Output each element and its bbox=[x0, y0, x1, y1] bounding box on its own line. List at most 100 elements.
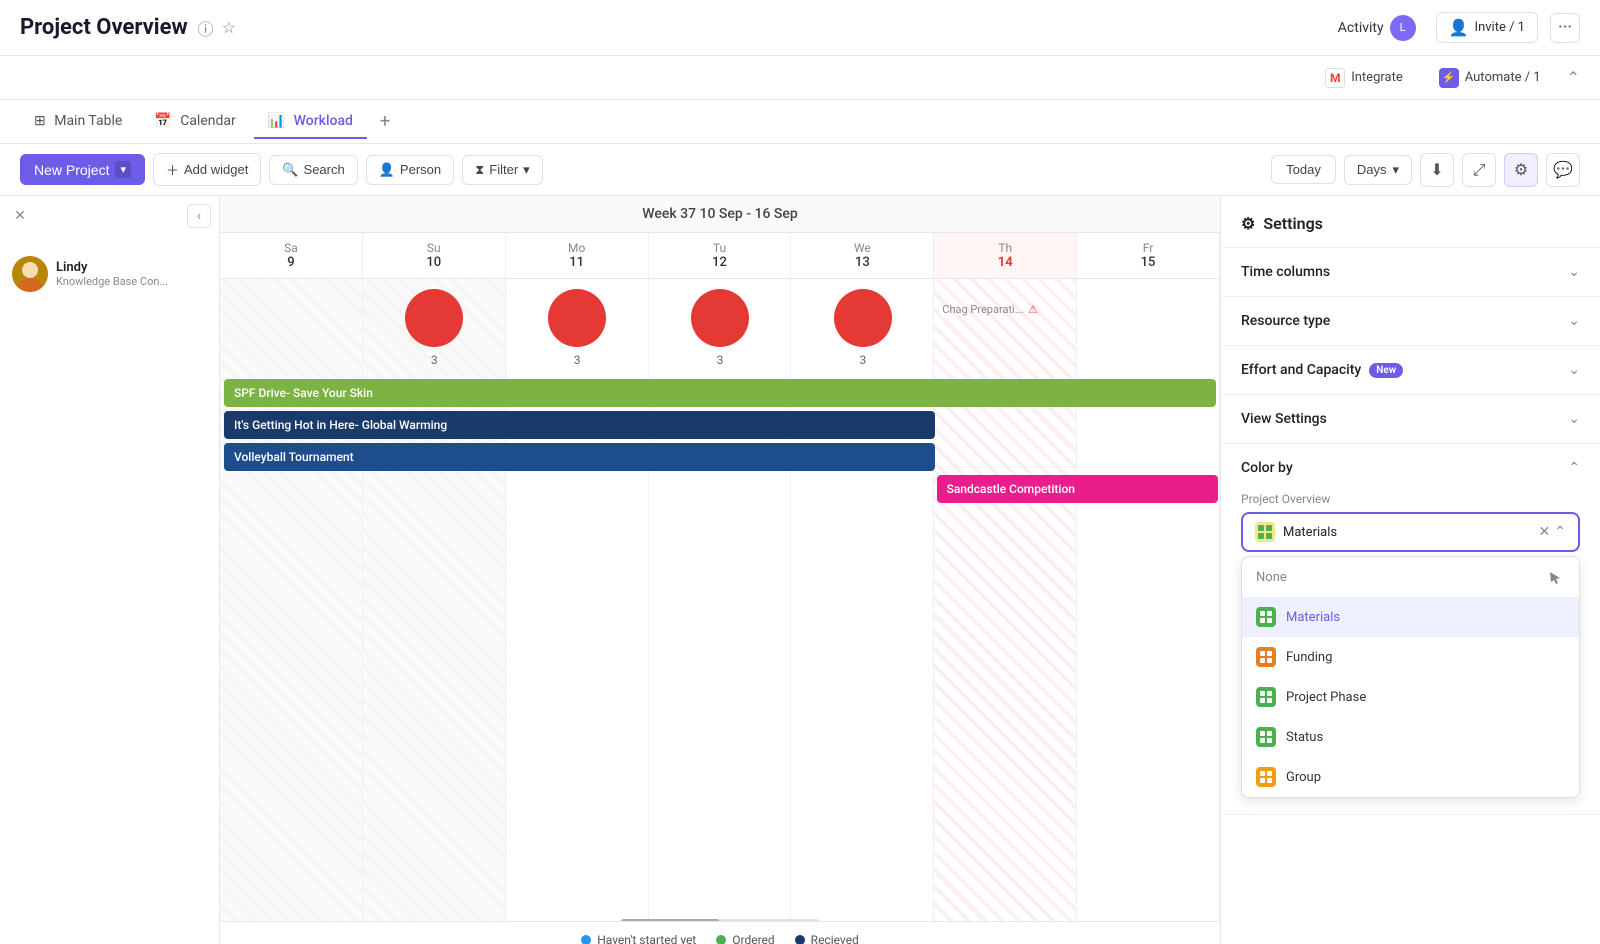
back-button[interactable]: ‹ bbox=[187, 204, 211, 228]
project-phase-option-label: Project Phase bbox=[1286, 690, 1366, 705]
info-icon[interactable]: ⓘ bbox=[198, 16, 214, 40]
color-by-dropdown[interactable]: Materials ✕ ⌃ bbox=[1241, 512, 1580, 552]
group-option-label: Group bbox=[1286, 770, 1321, 785]
event-spf-drive[interactable]: SPF Drive- Save Your Skin bbox=[224, 379, 1216, 407]
dropdown-option-group[interactable]: Group bbox=[1242, 757, 1579, 797]
star-icon[interactable]: ☆ bbox=[222, 18, 236, 37]
none-label: None bbox=[1256, 570, 1287, 585]
add-widget-button[interactable]: ＋ Add widget bbox=[153, 153, 261, 186]
time-columns-title: Time columns bbox=[1241, 264, 1330, 280]
circle-mo: 3 bbox=[506, 289, 649, 367]
top-bar: M Integrate ⚡ Automate / 1 ⌃ bbox=[0, 56, 1600, 100]
circle-tu-count: 3 bbox=[717, 353, 724, 367]
materials-color-icon bbox=[1255, 522, 1275, 542]
new-project-dropdown-arrow[interactable]: ▾ bbox=[115, 161, 131, 178]
color-dropdown-clear[interactable]: ✕ bbox=[1539, 524, 1551, 540]
search-button[interactable]: 🔍 Search bbox=[269, 155, 357, 185]
automate-button[interactable]: ⚡ Automate / 1 bbox=[1429, 64, 1551, 92]
circle-we: 3 bbox=[791, 289, 934, 367]
event-global-warming[interactable]: It's Getting Hot in Here- Global Warming bbox=[224, 411, 935, 439]
close-panel-button[interactable]: ✕ bbox=[8, 204, 32, 228]
group-option-icon bbox=[1256, 767, 1276, 787]
resource-type-header[interactable]: Resource type ⌄ bbox=[1221, 297, 1600, 345]
filter-button[interactable]: ⧗ Filter ▾ bbox=[462, 155, 543, 185]
new-badge: New bbox=[1369, 363, 1403, 378]
activity-avatar: L bbox=[1390, 15, 1416, 41]
comment-button[interactable]: 💬 bbox=[1546, 153, 1580, 187]
circle-tu: 3 bbox=[649, 289, 792, 367]
dropdown-option-project-phase[interactable]: Project Phase bbox=[1242, 677, 1579, 717]
download-button[interactable]: ⬇ bbox=[1420, 153, 1454, 187]
time-columns-chevron-icon: ⌄ bbox=[1568, 264, 1580, 280]
settings-button[interactable]: ⚙ bbox=[1504, 153, 1538, 187]
user-subtitle: Knowledge Base Con... bbox=[56, 275, 207, 288]
header-icons: ⓘ ☆ bbox=[198, 16, 236, 40]
tab-main-table-label: Main Table bbox=[54, 113, 122, 129]
settings-section-resource-type: Resource type ⌄ bbox=[1221, 297, 1600, 346]
days-selector[interactable]: Days ▾ bbox=[1344, 155, 1412, 185]
settings-section-color-by: Color by ⌃ Project Overview Materials ✕ … bbox=[1221, 444, 1600, 815]
tab-calendar[interactable]: 📅 Calendar bbox=[140, 105, 249, 139]
event-sandcastle[interactable]: Sandcastle Competition bbox=[937, 475, 1218, 503]
new-project-button[interactable]: New Project ▾ bbox=[20, 154, 145, 185]
dropdown-option-status[interactable]: Status bbox=[1242, 717, 1579, 757]
time-columns-header[interactable]: Time columns ⌄ bbox=[1221, 248, 1600, 296]
resource-type-chevron-icon: ⌄ bbox=[1568, 313, 1580, 329]
add-tab-button[interactable]: + bbox=[371, 108, 399, 136]
activity-button[interactable]: Activity L bbox=[1330, 11, 1424, 45]
color-dropdown-selected: Materials bbox=[1283, 525, 1531, 540]
expand-icon: ⤢ bbox=[1473, 160, 1486, 180]
view-settings-header[interactable]: View Settings ⌄ bbox=[1221, 395, 1600, 443]
legend-label-received: Recieved bbox=[811, 933, 859, 944]
filter-label: Filter bbox=[489, 162, 518, 177]
dropdown-option-none[interactable]: None bbox=[1242, 557, 1579, 597]
view-settings-chevron-icon: ⌄ bbox=[1568, 411, 1580, 427]
circle-sa bbox=[220, 289, 363, 367]
circle-su-dot bbox=[405, 289, 463, 347]
day-headers: Sa9 Su10 Mo11 Tu12 We13 Th14 Fr15 bbox=[220, 233, 1220, 279]
event-volleyball-label: Volleyball Tournament bbox=[234, 450, 354, 464]
materials-option-icon bbox=[1256, 607, 1276, 627]
user-info: Lindy Knowledge Base Con... bbox=[56, 260, 207, 288]
avatar bbox=[12, 256, 48, 292]
integrate-button[interactable]: M Integrate bbox=[1315, 64, 1413, 92]
circle-tu-dot bbox=[691, 289, 749, 347]
settings-section-time-columns: Time columns ⌄ bbox=[1221, 248, 1600, 297]
legend-label-ordered: Ordered bbox=[732, 933, 774, 944]
today-button[interactable]: Today bbox=[1271, 155, 1336, 184]
event-volleyball[interactable]: Volleyball Tournament bbox=[224, 443, 935, 471]
comment-icon: 💬 bbox=[1553, 160, 1573, 179]
event-sandcastle-label: Sandcastle Competition bbox=[947, 482, 1075, 496]
add-widget-label: Add widget bbox=[184, 162, 248, 177]
color-by-header[interactable]: Color by ⌃ bbox=[1221, 444, 1600, 492]
color-by-board-label: Project Overview bbox=[1241, 492, 1580, 506]
circle-su: 3 bbox=[363, 289, 506, 367]
expand-button[interactable]: ⤢ bbox=[1462, 153, 1496, 187]
left-panel: ✕ ‹ Lindy Knowledge Base Con... bbox=[0, 196, 220, 944]
effort-capacity-title: Effort and Capacity New bbox=[1241, 362, 1403, 378]
day-header-th14: Th14 bbox=[934, 233, 1077, 278]
tab-main-table[interactable]: ⊞ Main Table bbox=[20, 105, 136, 139]
settings-gear-icon: ⚙ bbox=[1241, 214, 1255, 233]
settings-title: Settings bbox=[1263, 214, 1323, 233]
legend-dot-not-started bbox=[581, 935, 591, 944]
color-dropdown-chevron-icon[interactable]: ⌃ bbox=[1554, 524, 1566, 540]
calendar-area: Week 37 10 Sep - 16 Sep Sa9 Su10 Mo11 Tu… bbox=[220, 196, 1220, 944]
tab-workload[interactable]: 📊 Workload bbox=[254, 105, 367, 139]
tab-workload-label: Workload bbox=[294, 113, 353, 129]
collapse-icon[interactable]: ⌃ bbox=[1567, 68, 1580, 87]
dropdown-option-materials[interactable]: Materials bbox=[1242, 597, 1579, 637]
resource-type-title: Resource type bbox=[1241, 313, 1330, 329]
effort-capacity-header[interactable]: Effort and Capacity New ⌄ bbox=[1221, 346, 1600, 394]
legend-item-received: Recieved bbox=[795, 933, 859, 944]
dropdown-option-funding[interactable]: Funding bbox=[1242, 637, 1579, 677]
more-button[interactable]: ··· bbox=[1550, 13, 1580, 43]
header-left: Project Overview ⓘ ☆ bbox=[20, 15, 236, 40]
person-button[interactable]: 👤 Person bbox=[366, 155, 454, 185]
day-header-we13: We13 bbox=[791, 233, 934, 278]
legend: Haven't started yet Ordered Recieved bbox=[220, 921, 1220, 944]
invite-button[interactable]: 👤 Invite / 1 bbox=[1436, 12, 1538, 43]
new-project-label: New Project bbox=[34, 162, 109, 178]
day-header-mo11: Mo11 bbox=[506, 233, 649, 278]
tab-calendar-label: Calendar bbox=[180, 113, 236, 129]
